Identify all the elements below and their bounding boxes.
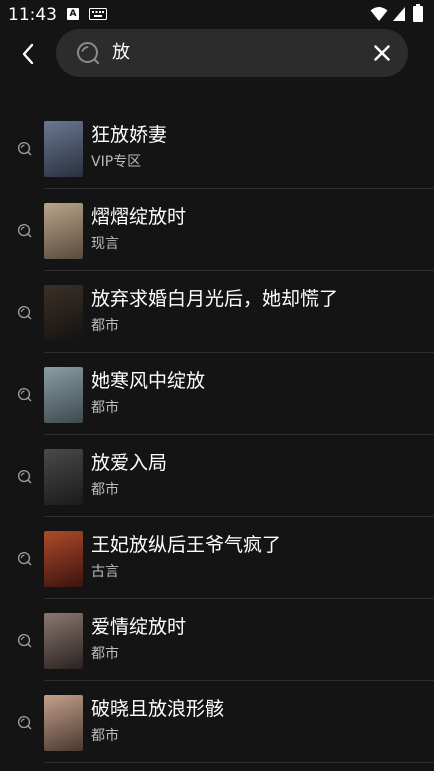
drama-cover-thumbnail[interactable] bbox=[44, 285, 83, 341]
search-icon bbox=[77, 42, 100, 65]
result-category-tag: 古言 bbox=[91, 564, 119, 580]
search-results-list: 狂放娇妻 VIP专区 熠熠绽放时 现言 放弃求婚白月光后，她却慌了 都市 她寒风… bbox=[0, 107, 434, 763]
battery-icon bbox=[413, 4, 423, 22]
search-history-icon bbox=[17, 633, 32, 648]
drama-cover-thumbnail[interactable] bbox=[44, 203, 83, 259]
search-history-icon bbox=[17, 551, 32, 566]
search-bar[interactable]: 放 bbox=[56, 29, 408, 77]
status-time: 11:43 bbox=[8, 5, 57, 25]
result-title: 放弃求婚白月光后，她却慌了 bbox=[91, 288, 339, 310]
result-category-tag: 都市 bbox=[91, 482, 119, 498]
drama-cover-thumbnail[interactable] bbox=[44, 531, 83, 587]
search-history-icon bbox=[17, 469, 32, 484]
row-divider bbox=[44, 762, 434, 763]
result-title: 爱情绽放时 bbox=[91, 616, 187, 638]
drama-cover-thumbnail[interactable] bbox=[44, 121, 83, 177]
result-category-tag: 都市 bbox=[91, 728, 119, 744]
search-history-icon bbox=[17, 305, 32, 320]
drama-cover-thumbnail[interactable] bbox=[44, 449, 83, 505]
search-result-item[interactable]: 王妃放纵后王爷气疯了 古言 bbox=[0, 517, 434, 599]
notification-a-icon: A bbox=[67, 8, 79, 20]
search-result-item[interactable]: 熠熠绽放时 现言 bbox=[0, 189, 434, 271]
drama-cover-thumbnail[interactable] bbox=[44, 367, 83, 423]
result-title: 熠熠绽放时 bbox=[91, 206, 187, 228]
chevron-left-icon bbox=[22, 43, 34, 65]
result-category-tag: 现言 bbox=[91, 236, 119, 252]
signal-icon bbox=[393, 7, 405, 21]
result-category-tag: 都市 bbox=[91, 646, 119, 662]
result-title: 她寒风中绽放 bbox=[91, 370, 206, 392]
search-history-icon bbox=[17, 387, 32, 402]
search-result-item[interactable]: 放弃求婚白月光后，她却慌了 都市 bbox=[0, 271, 434, 353]
result-title: 破晓且放浪形骸 bbox=[91, 698, 225, 720]
result-category-tag: 都市 bbox=[91, 400, 119, 416]
search-result-item[interactable]: 破晓且放浪形骸 都市 bbox=[0, 681, 434, 763]
search-result-item[interactable]: 狂放娇妻 VIP专区 bbox=[0, 107, 434, 189]
clear-search-button[interactable] bbox=[370, 41, 394, 65]
search-result-item[interactable]: 爱情绽放时 都市 bbox=[0, 599, 434, 681]
result-title: 放爱入局 bbox=[91, 452, 168, 474]
result-title: 王妃放纵后王爷气疯了 bbox=[91, 534, 282, 556]
close-icon bbox=[374, 45, 390, 61]
search-history-icon bbox=[17, 223, 32, 238]
search-history-icon bbox=[17, 715, 32, 730]
result-category-tag: 都市 bbox=[91, 318, 119, 334]
search-result-item[interactable]: 她寒风中绽放 都市 bbox=[0, 353, 434, 435]
search-result-item[interactable]: 放爱入局 都市 bbox=[0, 435, 434, 517]
back-button[interactable] bbox=[10, 36, 46, 72]
result-category-tag: VIP专区 bbox=[91, 154, 142, 170]
wifi-icon bbox=[370, 7, 388, 21]
search-history-icon bbox=[17, 141, 32, 156]
keyboard-icon bbox=[89, 8, 107, 20]
drama-cover-thumbnail[interactable] bbox=[44, 613, 83, 669]
search-input[interactable]: 放 bbox=[112, 41, 130, 65]
result-title: 狂放娇妻 bbox=[91, 124, 168, 146]
drama-cover-thumbnail[interactable] bbox=[44, 695, 83, 751]
status-bar: 11:43 A bbox=[0, 0, 434, 30]
